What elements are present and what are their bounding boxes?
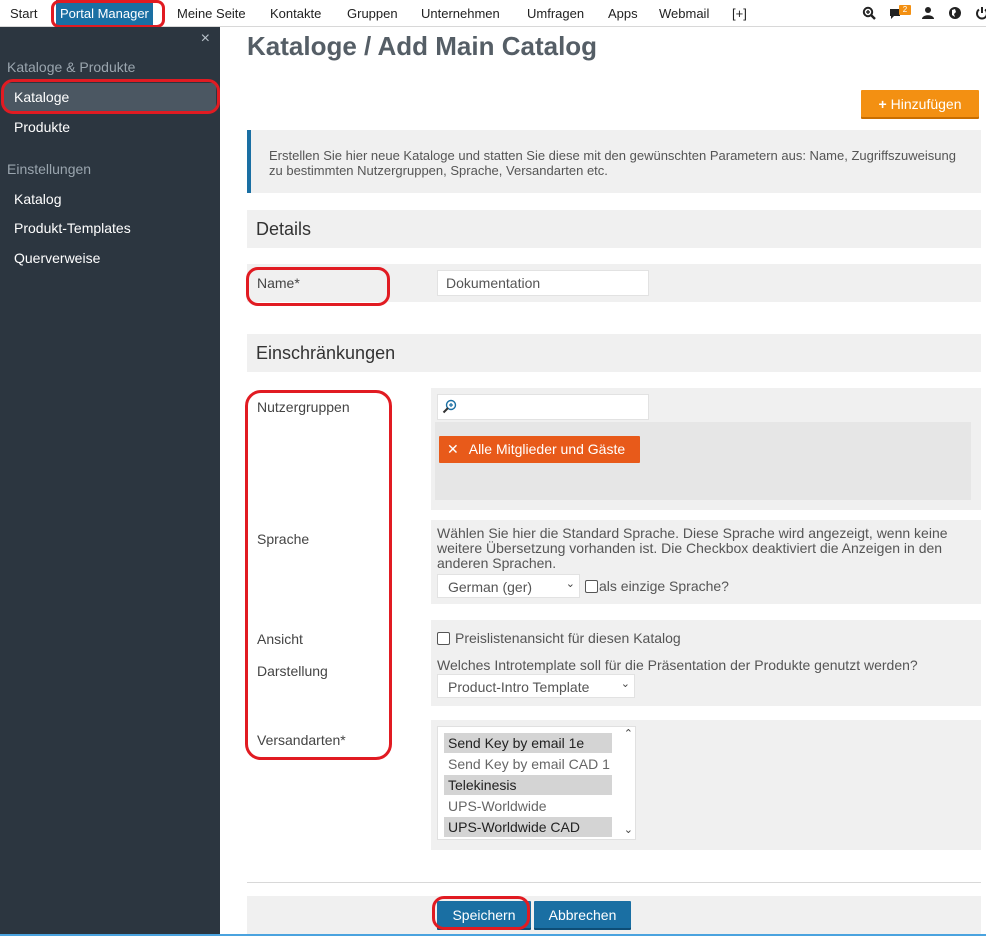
plus-icon: + — [878, 95, 887, 112]
sidebar-section-catalogs: Kataloge & Produkte — [7, 59, 136, 75]
only-language-label: als einzige Sprache? — [599, 578, 729, 594]
nav-more[interactable]: [+] — [732, 0, 747, 27]
price-list-checkbox[interactable] — [437, 632, 450, 645]
scroll-down-icon[interactable]: ⌄ — [624, 823, 633, 836]
language-label: Sprache — [257, 531, 310, 547]
shipping-option[interactable]: UPS-Worldwide CAD — [444, 817, 612, 837]
section-details: Details — [247, 210, 981, 248]
shipping-option[interactable]: UPS-Worldwide — [444, 796, 612, 816]
nav-start[interactable]: Start — [10, 0, 37, 27]
sidebar-item-querverweise[interactable]: Querverweise — [14, 250, 100, 266]
save-button[interactable]: Speichern — [437, 901, 531, 928]
sidebar-item-kataloge[interactable]: Kataloge — [14, 89, 69, 105]
user-icon[interactable] — [921, 6, 935, 20]
zoom-in-icon[interactable] — [862, 6, 876, 20]
nav-portal-manager[interactable]: Portal Manager — [56, 0, 153, 27]
top-navigation: Start Portal Manager Meine Seite Kontakt… — [0, 0, 986, 27]
remove-tag-icon[interactable]: ✕ — [447, 441, 459, 457]
chevron-down-icon: ⌄ — [565, 578, 575, 590]
sidebar-item-produkt-templates[interactable]: Produkt-Templates — [14, 220, 131, 236]
nav-gruppen[interactable]: Gruppen — [347, 0, 398, 27]
notification-badge: 2 — [899, 5, 911, 15]
power-icon[interactable] — [975, 6, 986, 20]
display-description: Welches Introtemplate soll für die Präse… — [437, 657, 918, 673]
annotation-outline — [245, 390, 392, 760]
sidebar-item-katalog[interactable]: Katalog — [14, 191, 61, 207]
divider — [247, 882, 981, 883]
close-icon[interactable]: × — [201, 30, 210, 48]
only-language-checkbox[interactable] — [585, 580, 598, 593]
nav-unternehmen[interactable]: Unternehmen — [421, 0, 500, 27]
nav-apps[interactable]: Apps — [608, 0, 638, 27]
nav-webmail[interactable]: Webmail — [659, 0, 709, 27]
search-add-icon — [442, 399, 457, 414]
section-restrictions: Einschränkungen — [247, 334, 981, 372]
page-title: Kataloge / Add Main Catalog — [247, 31, 598, 61]
language-description: Wählen Sie hier die Standard Sprache. Di… — [437, 525, 948, 571]
nav-umfragen[interactable]: Umfragen — [527, 0, 584, 27]
scroll-up-icon[interactable]: ⌃ — [624, 727, 633, 740]
template-select[interactable]: Product-Intro Template ⌄ — [437, 674, 635, 698]
name-label: Name* — [257, 275, 300, 291]
globe-icon[interactable] — [948, 6, 962, 20]
shipping-label: Versandarten* — [257, 732, 346, 748]
sidebar-section-settings: Einstellungen — [7, 161, 92, 177]
shipping-option[interactable]: Telekinesis — [444, 775, 612, 795]
nav-kontakte[interactable]: Kontakte — [270, 0, 321, 27]
cancel-button[interactable]: Abbrechen — [534, 901, 631, 928]
usergroup-tag: ✕ Alle Mitglieder und Gäste — [439, 436, 640, 463]
add-button[interactable]: + Hinzufügen — [861, 90, 979, 117]
shipping-listbox[interactable]: Send Key by email 1e Send Key by email C… — [437, 726, 636, 840]
name-input[interactable] — [437, 270, 649, 296]
nav-meine-seite[interactable]: Meine Seite — [177, 0, 246, 27]
shipping-option[interactable]: Send Key by email CAD 1 — [444, 754, 612, 774]
info-box: Erstellen Sie hier neue Kataloge und sta… — [247, 130, 981, 193]
usergroups-label: Nutzergruppen — [257, 399, 350, 415]
price-list-label: Preislistenansicht für diesen Katalog — [455, 630, 681, 646]
view-label: Ansicht — [257, 631, 303, 647]
shipping-option[interactable]: Send Key by email 1e — [444, 733, 612, 753]
sidebar: × Kataloge & Produkte Kataloge Produkte … — [0, 27, 220, 936]
sidebar-item-produkte[interactable]: Produkte — [14, 119, 70, 135]
usergroups-search-input[interactable] — [437, 394, 649, 420]
language-select[interactable]: German (ger) ⌄ — [437, 574, 580, 598]
chevron-down-icon: ⌄ — [620, 678, 630, 690]
display-label: Darstellung — [257, 663, 328, 679]
